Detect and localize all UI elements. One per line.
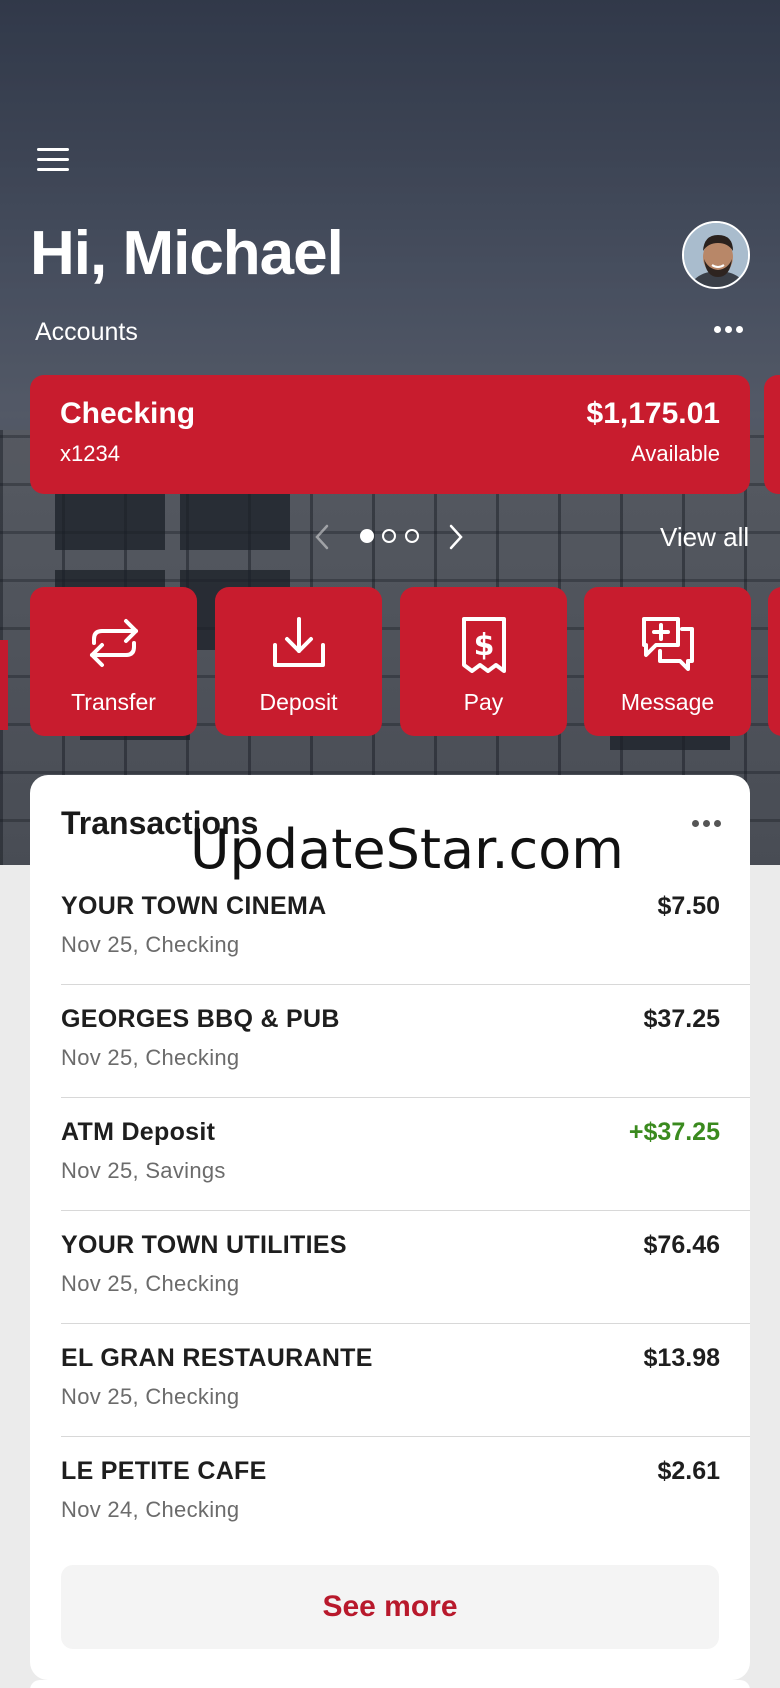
transactions-card: Transactions YOUR TOWN CINEMA Nov 25, Ch… — [30, 775, 750, 1680]
transaction-meta: Nov 25, Checking — [61, 1384, 240, 1409]
chevron-left-icon[interactable] — [314, 524, 330, 555]
transaction-amount: +$37.25 — [628, 1118, 720, 1146]
see-more-button[interactable]: See more — [61, 1565, 719, 1649]
pager-dot[interactable] — [360, 529, 374, 543]
receipt-dollar-icon: $ — [400, 615, 567, 677]
transaction-amount: $7.50 — [657, 892, 720, 920]
transaction-meta: Nov 25, Checking — [61, 1271, 240, 1296]
greeting-title: Hi, Michael — [30, 219, 344, 288]
transaction-meta: Nov 25, Savings — [61, 1158, 226, 1183]
transfer-button[interactable]: Transfer — [30, 587, 197, 736]
transaction-meta: Nov 25, Checking — [61, 932, 240, 957]
watermark-text: UpdateStar.com — [190, 818, 624, 881]
view-all-link[interactable]: View all — [660, 522, 749, 553]
transaction-amount: $2.61 — [657, 1457, 720, 1485]
account-balance: $1,175.01 — [586, 397, 720, 430]
deposit-button[interactable]: Deposit — [215, 587, 382, 736]
accounts-more-icon[interactable] — [714, 326, 743, 333]
transaction-merchant: ATM Deposit — [61, 1118, 216, 1146]
transaction-merchant: EL GRAN RESTAURANTE — [61, 1344, 373, 1372]
next-account-card[interactable] — [764, 375, 780, 494]
account-card-checking[interactable]: Checking x1234 $1,175.01 Available — [30, 375, 750, 494]
next-action-button[interactable] — [768, 587, 780, 736]
transaction-row[interactable]: YOUR TOWN CINEMA Nov 25, Checking $7.50 — [61, 872, 750, 985]
pay-button[interactable]: $ Pay — [400, 587, 567, 736]
pager-dot[interactable] — [405, 529, 419, 543]
transfer-arrows-icon — [30, 615, 197, 677]
hamburger-menu-icon[interactable] — [37, 148, 69, 174]
transfer-label: Transfer — [71, 689, 156, 715]
transaction-merchant: GEORGES BBQ & PUB — [61, 1005, 340, 1033]
transaction-amount: $13.98 — [643, 1344, 720, 1372]
download-tray-icon — [215, 615, 382, 677]
transaction-row[interactable]: GEORGES BBQ & PUB Nov 25, Checking $37.2… — [61, 985, 750, 1098]
account-balance-label: Available — [631, 441, 720, 466]
transaction-amount: $76.46 — [643, 1231, 720, 1259]
svg-text:$: $ — [473, 628, 494, 663]
account-number: x1234 — [60, 441, 120, 466]
pay-label: Pay — [463, 689, 504, 715]
transaction-row[interactable]: EL GRAN RESTAURANTE Nov 25, Checking $13… — [61, 1324, 750, 1437]
transaction-row[interactable]: ATM Deposit Nov 25, Savings +$37.25 — [61, 1098, 750, 1211]
transaction-merchant: YOUR TOWN CINEMA — [61, 892, 327, 920]
transaction-row[interactable]: LE PETITE CAFE Nov 24, Checking $2.61 — [61, 1437, 750, 1550]
transaction-meta: Nov 25, Checking — [61, 1045, 240, 1070]
transaction-meta: Nov 24, Checking — [61, 1497, 240, 1522]
message-label: Message — [620, 689, 715, 715]
transaction-amount: $37.25 — [643, 1005, 720, 1033]
transaction-merchant: YOUR TOWN UTILITIES — [61, 1231, 347, 1259]
message-button[interactable]: Message — [584, 587, 751, 736]
next-card-peek — [30, 1680, 750, 1688]
account-name: Checking — [60, 397, 196, 430]
transaction-row[interactable]: YOUR TOWN UTILITIES Nov 25, Checking $76… — [61, 1211, 750, 1324]
transaction-merchant: LE PETITE CAFE — [61, 1457, 267, 1485]
deposit-label: Deposit — [259, 689, 338, 715]
pager-dot[interactable] — [382, 529, 396, 543]
message-plus-icon — [584, 615, 751, 677]
chevron-right-icon[interactable] — [448, 524, 464, 555]
transactions-more-icon[interactable] — [692, 820, 721, 827]
user-avatar[interactable] — [682, 221, 750, 289]
accounts-label: Accounts — [35, 318, 138, 346]
